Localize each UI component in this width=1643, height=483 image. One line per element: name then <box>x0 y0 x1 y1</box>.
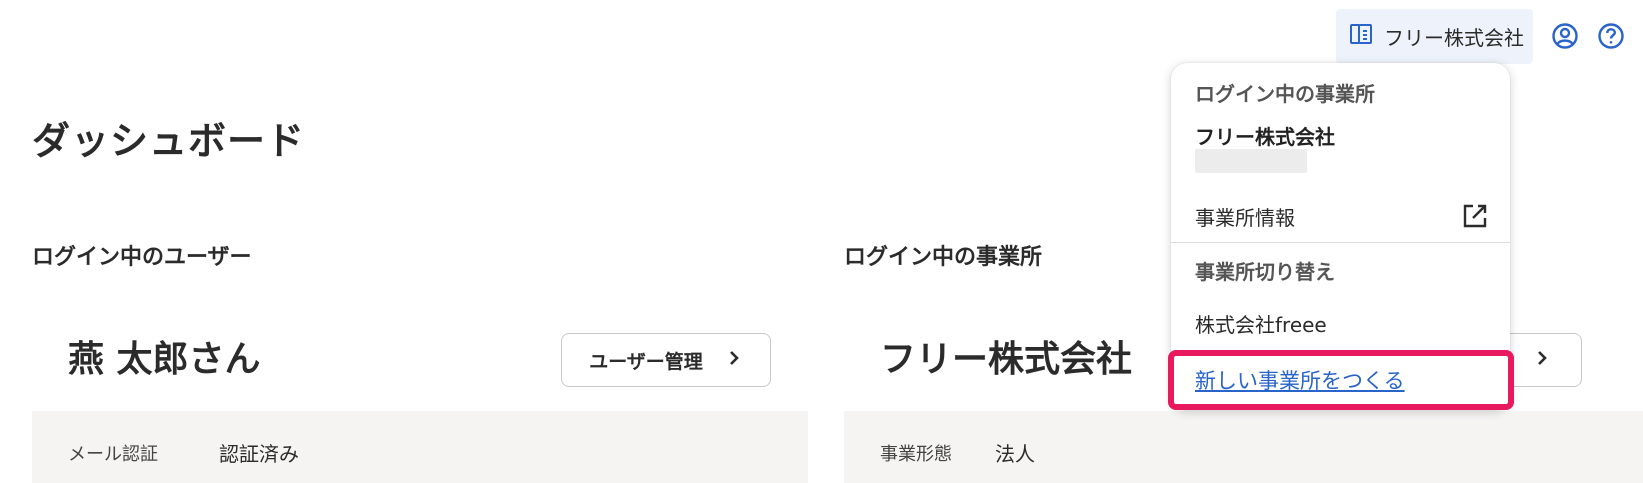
user-section-label: ログイン中のユーザー <box>32 245 252 270</box>
dropdown-current-company: フリー株式会社 <box>1195 125 1335 149</box>
dropdown-switch-heading: 事業所切り替え <box>1195 260 1335 284</box>
page-title: ダッシュボード <box>32 119 306 163</box>
company-dropdown-menu: ログイン中の事業所 フリー株式会社 事業所情報 事業所切り替え 株式会社free… <box>1171 63 1510 410</box>
office-building-icon <box>1348 21 1374 52</box>
chevron-right-icon <box>1533 349 1551 372</box>
office-info-panel <box>844 411 1643 483</box>
dropdown-current-heading: ログイン中の事業所 <box>1195 82 1375 106</box>
user-name: 燕 太郎さん <box>68 339 261 380</box>
redacted-text <box>1195 149 1307 173</box>
business-type-value: 法人 <box>995 442 1035 466</box>
email-verification-value: 認証済み <box>219 442 299 466</box>
open-in-new-icon[interactable] <box>1460 201 1490 231</box>
company-switcher-button[interactable]: フリー株式会社 <box>1336 9 1533 64</box>
email-verification-label: メール認証 <box>68 444 158 465</box>
office-info-menu-item[interactable]: 事業所情報 <box>1195 202 1295 231</box>
office-section-label: ログイン中の事業所 <box>844 245 1043 270</box>
user-management-button[interactable]: ユーザー管理 <box>561 333 771 387</box>
help-circle-icon[interactable] <box>1596 21 1626 51</box>
dropdown-divider <box>1171 242 1510 243</box>
create-new-office-link[interactable]: 新しい事業所をつくる <box>1195 365 1405 395</box>
switch-company-item[interactable]: 株式会社freee <box>1195 309 1327 338</box>
office-name: フリー株式会社 <box>880 339 1133 380</box>
chevron-right-icon <box>725 349 743 372</box>
company-switcher-label: フリー株式会社 <box>1384 26 1524 50</box>
account-circle-icon[interactable] <box>1550 21 1580 51</box>
user-management-label: ユーザー管理 <box>589 350 703 373</box>
business-type-label: 事業形態 <box>880 444 952 465</box>
